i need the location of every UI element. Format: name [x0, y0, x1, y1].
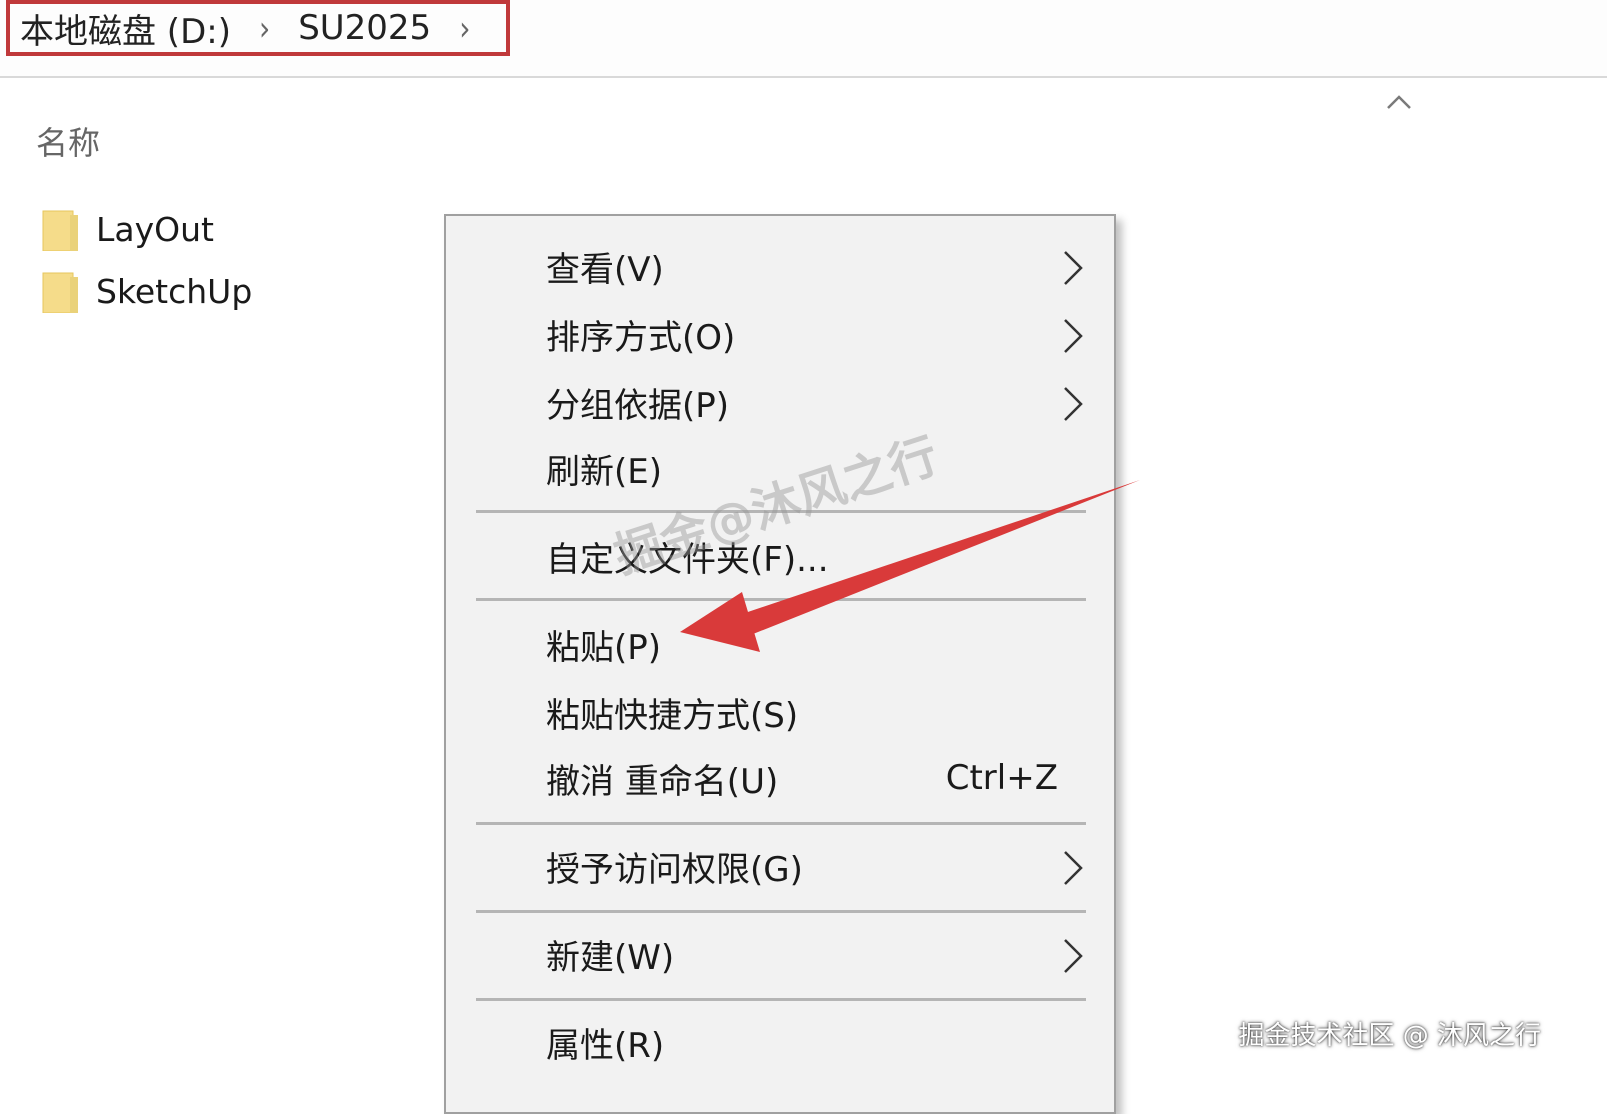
menu-item-label: 新建(W) [546, 937, 675, 978]
breadcrumb-separator-icon[interactable]: › [259, 8, 270, 48]
list-item-layout[interactable]: LayOut [42, 198, 252, 260]
file-list: LayOut SketchUp [42, 198, 252, 322]
breadcrumb-item-su2025[interactable]: SU2025 [298, 8, 431, 48]
menu-separator [476, 822, 1086, 825]
menu-item-shortcut: Ctrl+Z [945, 758, 1058, 798]
menu-item-label: 撤消 重命名(U) [546, 761, 779, 802]
chevron-right-icon [1064, 387, 1083, 421]
menu-separator [476, 910, 1086, 913]
menu-item-give-access-to[interactable]: 授予访问权限(G) [446, 834, 1114, 898]
chevron-right-icon [1064, 251, 1083, 285]
menu-item-sort-by[interactable]: 排序方式(O) [446, 302, 1114, 366]
menu-item-group-by[interactable]: 分组依据(P) [446, 370, 1114, 434]
chevron-right-icon [1064, 851, 1083, 885]
breadcrumb-separator-icon[interactable]: › [459, 8, 470, 48]
menu-item-undo-rename[interactable]: 撤消 重命名(U) Ctrl+Z [446, 746, 1114, 810]
menu-item-label: 粘贴快捷方式(S) [546, 695, 799, 736]
file-name: SketchUp [96, 271, 253, 311]
list-item-sketchup[interactable]: SketchUp [42, 260, 252, 322]
breadcrumb: 本地磁盘 (D:) › SU2025 › [6, 0, 510, 56]
watermark-corner: 掘金技术社区 @ 沐风之行 [1238, 1021, 1541, 1051]
chevron-right-icon [1064, 939, 1083, 973]
file-name: LayOut [96, 209, 214, 249]
menu-item-view[interactable]: 查看(V) [446, 234, 1114, 298]
menu-item-label: 查看(V) [546, 249, 664, 290]
menu-item-label: 属性(R) [546, 1025, 665, 1066]
menu-item-paste-shortcut[interactable]: 粘贴快捷方式(S) [446, 680, 1114, 744]
address-bar: 本地磁盘 (D:) › SU2025 › [0, 0, 1607, 78]
folder-icon [42, 272, 78, 313]
menu-item-label: 授予访问权限(G) [546, 849, 803, 890]
menu-item-properties[interactable]: 属性(R) [446, 1010, 1114, 1074]
menu-item-label: 排序方式(O) [546, 317, 736, 358]
menu-separator [476, 998, 1086, 1001]
breadcrumb-item-local-disk-d[interactable]: 本地磁盘 (D:) [20, 4, 231, 53]
column-header-name[interactable]: 名称 [36, 118, 100, 164]
folder-icon [42, 210, 78, 251]
menu-item-new[interactable]: 新建(W) [446, 922, 1114, 986]
chevron-right-icon [1064, 319, 1083, 353]
annotation-arrow-icon [680, 480, 1140, 652]
menu-item-label: 分组依据(P) [546, 385, 730, 426]
sort-ascending-icon[interactable] [1384, 92, 1414, 112]
